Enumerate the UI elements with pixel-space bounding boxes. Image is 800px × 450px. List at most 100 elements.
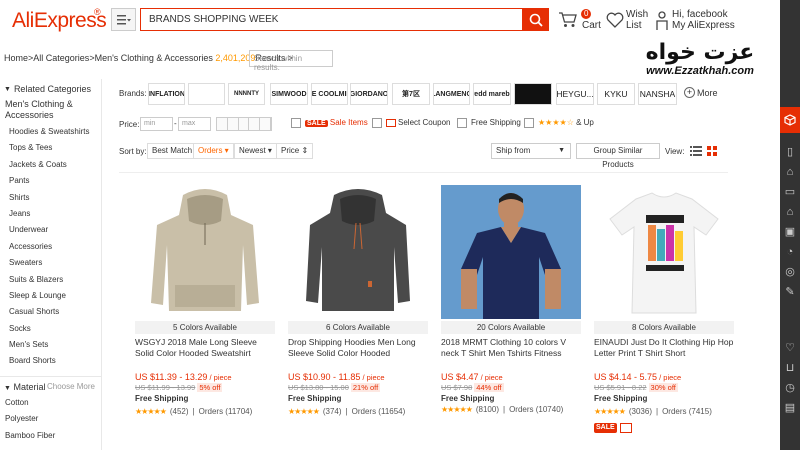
sale-items-filter[interactable]: SALE Sale Items [305,118,368,127]
sidebar-category-item[interactable]: Casual Shorts [0,304,101,320]
free-shipping-label[interactable]: Free Shipping [471,118,521,127]
product-title[interactable]: EINAUDI Just Do It Clothing Hip Hop Lett… [594,337,734,358]
sale-items-checkbox[interactable] [291,118,301,128]
product-title[interactable]: 2018 MRMT Clothing 10 colors V neck T Sh… [441,337,581,358]
product-title[interactable]: Drop Shipping Hoodies Men Long Sleeve So… [288,337,428,358]
brand-logo[interactable]: NNNNTY [228,83,265,105]
brand-logo[interactable]: LANGMENG [433,83,470,105]
group-similar-button[interactable]: Group Similar Products [576,143,660,169]
sidebar-category-item[interactable]: Accessories [0,239,101,255]
rating-checkbox[interactable] [524,118,534,128]
grid-view-icon[interactable] [707,146,717,156]
car-icon[interactable]: ◎ [784,266,796,278]
search-within-input[interactable]: Search within results. [249,50,333,72]
rating-filter[interactable]: ★★★★☆ & Up [538,118,594,127]
choose-more-link[interactable]: Choose More [47,382,95,392]
baby-icon[interactable]: ◔ [784,246,796,258]
my-aliexpress-link[interactable]: My AliExpress [672,20,735,31]
breadcrumb-all-categories[interactable]: All Categories [33,53,89,63]
brand-logo[interactable]: Aredd mareball [473,83,511,105]
material-item[interactable]: Bamboo Fiber [0,428,101,444]
brand-logo[interactable]: SIMWOOD [270,83,308,105]
product-image[interactable] [288,185,428,319]
review-count[interactable]: (3036) [629,407,652,416]
product-image[interactable] [441,185,581,319]
brand-logo[interactable]: 第7区 [392,83,430,105]
review-count[interactable]: (452) [170,407,189,416]
product-title[interactable]: WSGYJ 2018 Male Long Sleeve Solid Color … [135,337,275,358]
sidebar-category-item[interactable]: Jeans [0,206,101,222]
brand-logo[interactable]: THE COOLMIND [311,83,348,105]
review-count[interactable]: (8100) [476,405,499,414]
product-image[interactable] [594,185,734,319]
laptop-icon[interactable]: ▭ [784,186,796,198]
order-count: Orders (10740) [509,405,564,414]
product-image[interactable] [135,185,275,319]
list-view-icon[interactable] [690,146,702,156]
category-menu-button[interactable] [111,8,136,31]
sidebar-category-item[interactable]: Tops & Tees [0,140,101,156]
brand-logo[interactable]: KYKU [597,83,635,105]
related-categories-header[interactable]: ▼ Related Categories [0,79,101,99]
home-icon[interactable]: ⌂ [784,206,796,218]
price-max-input[interactable]: max [178,117,211,131]
sidebar-category-item[interactable]: Jackets & Coats [0,157,101,173]
brand-logo[interactable] [188,83,225,105]
sidebar-category-item[interactable]: Socks [0,321,101,337]
ship-from-select[interactable]: Ship from ▼ [491,143,571,159]
brand-logo[interactable]: GIORDANO [350,83,388,105]
select-coupon-checkbox[interactable] [372,118,382,128]
sidebar-category-item[interactable]: Shirts [0,190,101,206]
search-input[interactable]: BRANDS SHOPPING WEEK [140,8,522,31]
cart-icon[interactable]: ⊔ [784,362,796,374]
free-shipping-checkbox[interactable] [457,118,467,128]
account-menu[interactable]: Hi, facebook My AliExpress [655,8,775,34]
price-range-histogram[interactable] [216,117,272,131]
coupon-icon [386,118,396,127]
sidebar-category-item[interactable]: Underwear [0,222,101,238]
sort-newest[interactable]: Newest ▾ [234,143,277,159]
sort-best-match[interactable]: Best Match [147,143,198,159]
sidebar-category-title[interactable]: Men's Clothing & Accessories [0,99,101,121]
chat-icon[interactable]: ▤ [784,402,796,414]
clock-icon[interactable]: ◷ [784,382,796,394]
sidebar-category-item[interactable]: Sweaters [0,255,101,271]
heart-icon[interactable]: ♡ [784,342,796,354]
more-brands-button[interactable]: + More [684,87,718,98]
breadcrumb-home[interactable]: Home [4,53,28,63]
more-brands-label: More [697,87,718,98]
product-card[interactable]: 20 Colors Available 2018 MRMT Clothing 1… [441,185,581,440]
brand-logo[interactable]: INFLATION [148,83,185,105]
material-item[interactable]: Cotton [0,395,101,411]
product-card[interactable]: 8 Colors Available EINAUDI Just Do It Cl… [594,185,734,440]
search-button[interactable] [522,8,549,31]
sidebar-category-item[interactable]: Men's Sets [0,337,101,353]
brand-logo[interactable]: NANSHA [638,83,677,105]
phone-icon[interactable]: ▯ [784,146,796,158]
material-item[interactable]: Polyester [0,411,101,427]
sort-price[interactable]: Price ⇕ [276,143,314,159]
tool-icon[interactable]: ✎ [784,286,796,298]
aliexpress-logo[interactable]: AliExpress [12,9,107,33]
sidebar-category-item[interactable]: Suits & Blazers [0,272,101,288]
price-min-input[interactable]: min [140,117,173,131]
wish-list-link[interactable]: Wish List [606,8,648,34]
product-card[interactable]: 6 Colors Available Drop Shipping Hoodies… [288,185,428,440]
product-card[interactable]: 5 Colors Available WSGYJ 2018 Male Long … [135,185,275,440]
sidebar-category-item[interactable]: Hoodies & Sweatshirts [0,124,101,140]
dress-icon[interactable]: ⌂ [784,166,796,178]
caret-down-icon: ▼ [4,85,11,93]
rating-row: ★★★★★ (374) | Orders (11654) [288,407,406,416]
sidebar-category-item[interactable]: Board Shorts [0,353,101,369]
brand-logo[interactable]: HEYGU... [556,83,594,105]
sidebar-category-item[interactable]: Sleep & Lounge [0,288,101,304]
rail-feature-button[interactable] [780,107,800,133]
sort-orders[interactable]: Orders ▾ [193,143,234,159]
brand-logo[interactable] [514,83,552,105]
bag-icon[interactable]: ▣ [784,226,796,238]
sidebar-category-item[interactable]: Pants [0,173,101,189]
select-coupon-filter[interactable]: Select Coupon [386,118,450,127]
review-count[interactable]: (374) [323,407,342,416]
cart-link[interactable]: 0 Cart [558,8,604,34]
material-title[interactable]: ▼ Material [4,382,45,392]
